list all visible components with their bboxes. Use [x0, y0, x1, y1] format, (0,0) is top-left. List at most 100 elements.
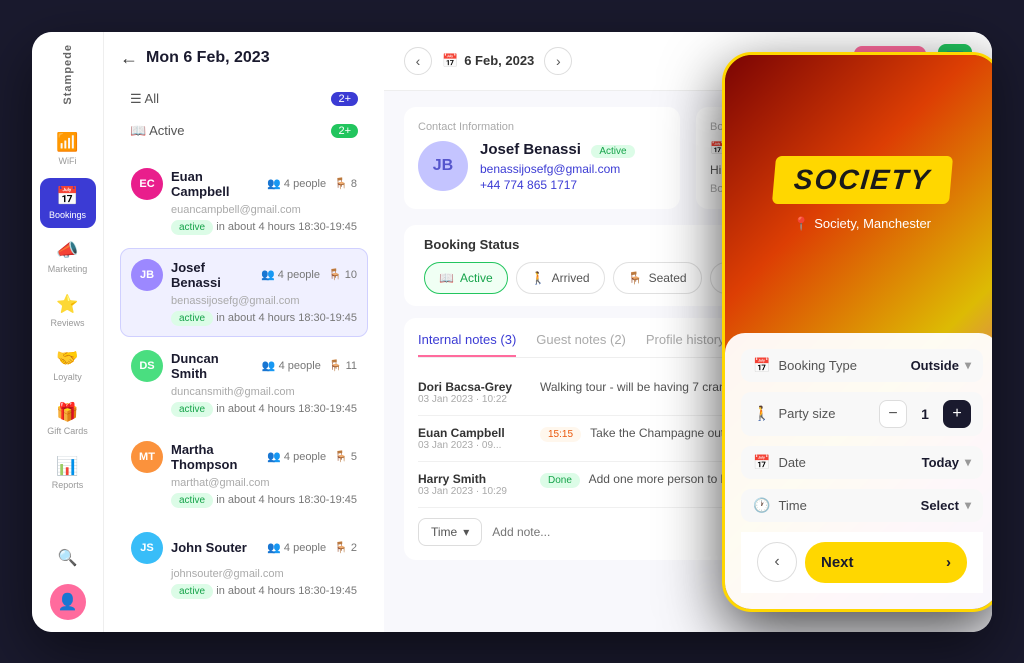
guest-name-row: Josef Benassi Active: [480, 141, 635, 159]
search-icon-btn[interactable]: 🔍: [50, 540, 86, 576]
chevron-down-icon: ▾: [463, 525, 469, 539]
party-decrease-button[interactable]: −: [879, 400, 907, 428]
tab-guest-notes[interactable]: Guest notes (2): [536, 332, 626, 357]
sidebar-item-gift-cards[interactable]: 🎁 Gift Cards: [40, 394, 96, 444]
next-button[interactable]: Next ›: [805, 542, 967, 583]
people-icon: 👥 4 people: [262, 359, 321, 372]
booking-meta: 👥 4 people 🪑 8: [267, 177, 357, 190]
list-item[interactable]: JB Josef Benassi 👥 4 people 🪑 10 benassi…: [120, 248, 368, 337]
mobile-back-button[interactable]: ‹: [757, 542, 797, 582]
list-item[interactable]: SJ Sally Jones 👥 4 people 🪑 1 sallyjones…: [120, 612, 368, 616]
note-author-section: Euan Campbell 03 Jan 2023 · 09...: [418, 426, 528, 451]
nav-bottom: 🔍 👤: [50, 540, 86, 620]
active-label: Active: [460, 271, 493, 285]
avatar: JS: [131, 532, 163, 564]
sidebar-item-reports[interactable]: 📊 Reports: [40, 448, 96, 498]
sidebar-item-loyalty[interactable]: 🤝 Loyalty: [40, 340, 96, 390]
mobile-form-section: 📅 Booking Type Outside ▾ 🚶 Party size: [725, 333, 992, 609]
booking-time: in about 4 hours: [216, 403, 295, 415]
sidebar: ← Mon 6 Feb, 2023 ☰ All 2+ 📖 Active 2+ E…: [104, 32, 384, 632]
chevron-down-icon: ▾: [965, 455, 971, 469]
date-prev-button[interactable]: ‹: [404, 47, 432, 75]
people-icon: 👥 4 people: [261, 268, 320, 281]
time-select[interactable]: Time ▾: [418, 518, 482, 546]
status-badge: active: [171, 584, 213, 599]
booking-name: Duncan Smith: [171, 351, 254, 381]
guest-email: benassijosefg@gmail.com: [480, 162, 635, 176]
sidebar-item-reviews[interactable]: ⭐ Reviews: [40, 286, 96, 336]
party-size-value: 1: [915, 406, 935, 422]
reports-icon: 📊: [56, 456, 78, 477]
note-date: 03 Jan 2023 · 10:22: [418, 394, 528, 405]
booking-type-label: 📅 Booking Type: [753, 357, 857, 374]
sidebar-filters: ☰ All 2+ 📖 Active 2+: [120, 85, 368, 145]
booking-time: in about 4 hours: [216, 585, 295, 597]
status-btn-active[interactable]: 📖 Active: [424, 262, 508, 294]
tab-internal-notes[interactable]: Internal notes (3): [418, 332, 516, 357]
guest-header: JB Josef Benassi Active benassijosefg@gm…: [418, 141, 666, 192]
booking-type-icon: 📅: [753, 357, 770, 374]
date-label: 📅 Date: [753, 454, 806, 471]
booking-email: marthat@gmail.com: [171, 477, 357, 489]
bookings-icon: 📅: [56, 186, 78, 207]
left-nav: Stampede 📶 WiFi 📅 Bookings 📣 Marketing ⭐…: [32, 32, 104, 632]
booking-meta: 👥 4 people 🪑 10: [261, 268, 357, 281]
location-icon: 📍: [793, 216, 809, 232]
note-author: Euan Campbell: [418, 426, 528, 440]
filter-all[interactable]: ☰ All 2+: [120, 85, 368, 113]
booking-time: in about 4 hours: [216, 312, 295, 324]
next-label: Next: [821, 554, 854, 571]
filter-active-label: 📖 Active: [130, 123, 184, 139]
date-row[interactable]: 📅 Date Today ▾: [741, 446, 983, 479]
society-location: 📍 Society, Manchester: [793, 216, 931, 232]
guest-phone: +44 774 865 1717: [480, 178, 635, 192]
app-logo: Stampede: [62, 44, 74, 105]
filter-active[interactable]: 📖 Active 2+: [120, 117, 368, 145]
party-size-stepper: − 1 +: [879, 400, 971, 428]
wifi-icon: 📶: [56, 132, 78, 153]
people-icon: 👥 4 people: [267, 541, 326, 554]
sidebar-item-wifi[interactable]: 📶 WiFi: [40, 124, 96, 174]
list-item[interactable]: JS John Souter 👥 4 people 🪑 2 johnsouter…: [120, 521, 368, 610]
booking-name: Martha Thompson: [171, 442, 259, 472]
note-date: 03 Jan 2023 · 10:29: [418, 486, 528, 497]
reviews-icon: ⭐: [56, 294, 78, 315]
tab-profile-history[interactable]: Profile history: [646, 332, 725, 357]
note-author: Dori Bacsa-Grey: [418, 380, 528, 394]
note-date: 03 Jan 2023 · 09...: [418, 440, 528, 451]
chevron-down-icon: ▾: [965, 498, 971, 512]
back-button[interactable]: ←: [120, 48, 138, 69]
sidebar-item-bookings[interactable]: 📅 Bookings: [40, 178, 96, 228]
mobile-overlay: SOCIETY 📍 Society, Manchester 📅 Booking …: [722, 52, 992, 612]
filter-active-badge: 2+: [331, 124, 358, 138]
status-badge: active: [171, 493, 213, 508]
guest-avatar: JB: [418, 141, 468, 191]
user-avatar-btn[interactable]: 👤: [50, 584, 86, 620]
people-icon: 👥 4 people: [267, 177, 326, 190]
booking-meta: 👥 4 people 🪑 2: [267, 541, 357, 554]
calendar-icon: 📅: [442, 53, 458, 69]
list-item[interactable]: EC Euan Campbell 👥 4 people 🪑 8 euancamp…: [120, 157, 368, 246]
party-increase-button[interactable]: +: [943, 400, 971, 428]
booking-meta: 👥 4 people 🪑 5: [267, 450, 357, 463]
status-btn-seated[interactable]: 🪑 Seated: [613, 262, 702, 294]
reviews-label: Reviews: [50, 318, 84, 328]
status-badge: active: [171, 311, 213, 326]
note-badge-done: Done: [540, 473, 580, 488]
date-next-button[interactable]: ›: [544, 47, 572, 75]
marketing-icon: 📣: [56, 240, 78, 261]
sidebar-item-marketing[interactable]: 📣 Marketing: [40, 232, 96, 282]
table-icon: 🪑 11: [329, 359, 357, 372]
list-item[interactable]: DS Duncan Smith 👥 4 people 🪑 11 duncansm…: [120, 339, 368, 428]
status-badge: active: [171, 220, 213, 235]
guest-info: Josef Benassi Active benassijosefg@gmail…: [480, 141, 635, 192]
booking-email: euancampbell@gmail.com: [171, 204, 357, 216]
arrived-icon: 🚶: [531, 271, 546, 285]
time-field-label: 🕐 Time: [753, 497, 807, 514]
time-row[interactable]: 🕐 Time Select ▾: [741, 489, 983, 522]
list-item[interactable]: MT Martha Thompson 👥 4 people 🪑 5 martha…: [120, 430, 368, 519]
booking-time: in about 4 hours: [216, 221, 295, 233]
booking-type-row[interactable]: 📅 Booking Type Outside ▾: [741, 349, 983, 382]
date-display: 📅 6 Feb, 2023: [442, 53, 534, 69]
status-btn-arrived[interactable]: 🚶 Arrived: [516, 262, 605, 294]
